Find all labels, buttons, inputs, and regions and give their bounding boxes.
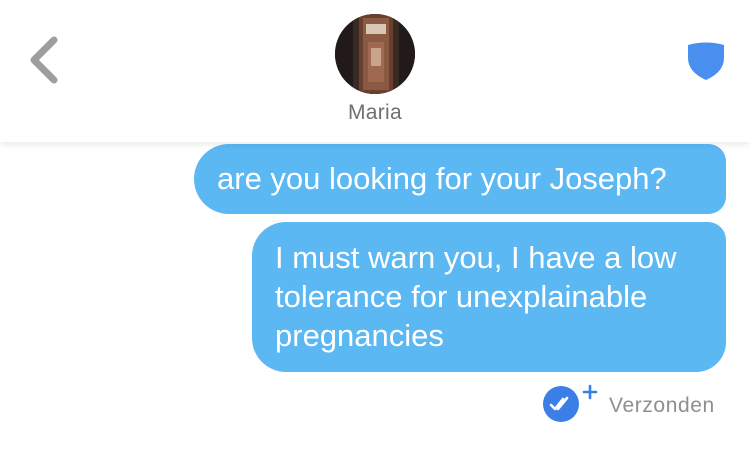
contact-name[interactable]: Maria [0,101,750,125]
status-label: Verzonden [609,394,715,417]
avatar-image [335,14,415,94]
message-bubble[interactable]: are you looking for your Joseph? [194,144,726,214]
shield-icon [688,42,724,80]
chat-area: are you looking for your Joseph? I must … [0,142,750,466]
message-bubble[interactable]: I must warn you, I have a low tolerance … [252,222,726,372]
back-button[interactable] [24,34,68,86]
avatar[interactable] [335,14,415,94]
double-check-plus-icon [543,384,598,422]
read-receipt-button[interactable] [543,384,599,424]
message-status: Verzonden [540,380,730,426]
chat-header: Maria [0,0,750,142]
chevron-left-icon [30,36,58,84]
safety-button[interactable] [684,38,728,82]
